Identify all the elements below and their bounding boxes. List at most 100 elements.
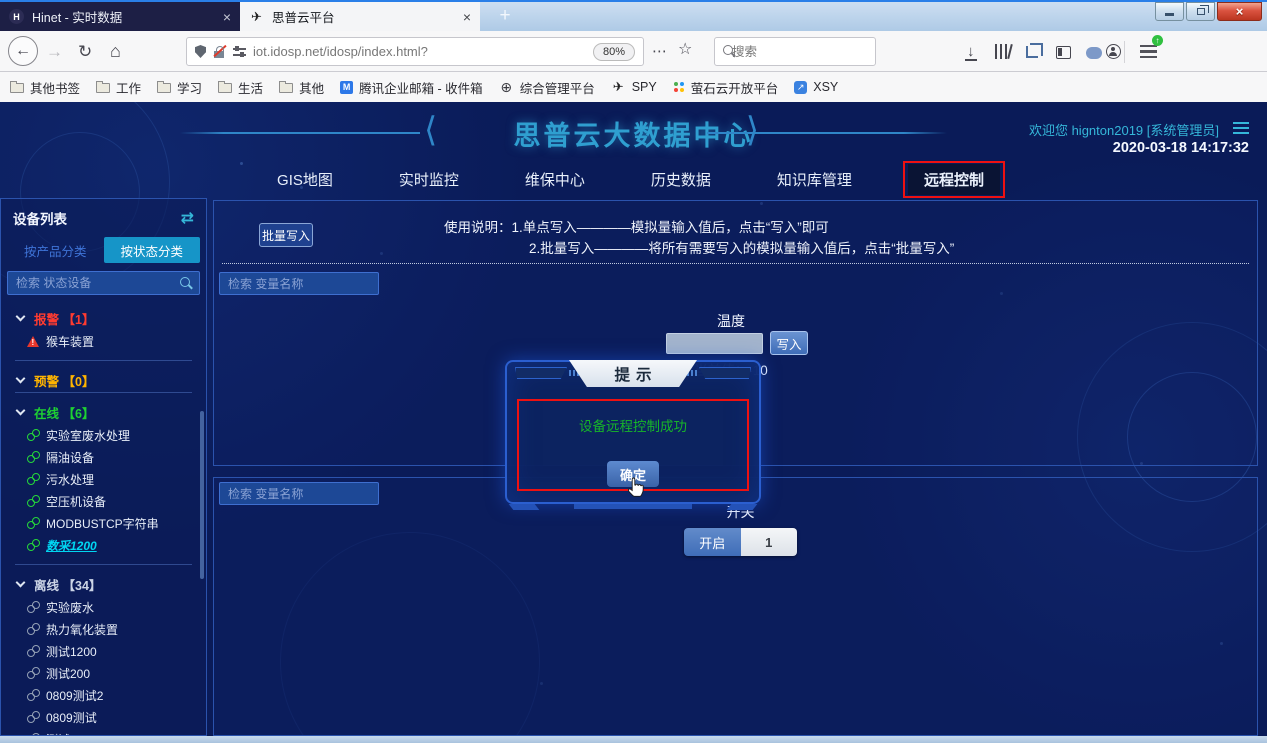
temperature-input[interactable] — [666, 333, 763, 354]
temperature-label: 温度 — [666, 311, 796, 331]
device-item[interactable]: 猴车装置 — [15, 330, 206, 352]
tab-close-icon[interactable] — [463, 9, 471, 25]
bookmark-item[interactable]: 学习 — [157, 78, 202, 97]
forward-button[interactable] — [46, 43, 63, 60]
nav-tab-历史数据[interactable]: 历史数据 — [641, 164, 721, 195]
sidebar-tab-by-status[interactable]: 按状态分类 — [104, 237, 201, 263]
page-header: ⟨ 思普云大数据中心 ⟩ 欢迎您 hignton2019 [系统管理员] 202… — [0, 102, 1267, 162]
device-item[interactable]: MODBUSTCP字符串 — [15, 512, 192, 534]
swap-icon[interactable] — [181, 208, 194, 228]
switch-value[interactable]: 1 — [741, 528, 798, 556]
bookmark-item[interactable]: 工作 — [96, 78, 141, 97]
device-item[interactable]: 隔油设备 — [15, 446, 192, 468]
modal-decor-right — [699, 367, 751, 379]
url-bar[interactable]: iot.idosp.net/idosp/index.html? 80% — [186, 37, 644, 66]
datetime-text: 2020-03-18 14:17:32 — [1113, 140, 1249, 156]
device-name: 空压机设备 — [46, 493, 106, 510]
device-search-input[interactable] — [7, 271, 200, 295]
switch-toggle[interactable]: 开启 1 — [684, 528, 797, 556]
nav-tab-实时监控[interactable]: 实时监控 — [389, 164, 469, 195]
hand-cursor-icon — [627, 477, 644, 498]
browser-tab-hinet[interactable]: Hinet - 实时数据 — [0, 2, 240, 31]
bookmark-item[interactable]: SPY — [611, 80, 657, 94]
zoom-level-badge[interactable]: 80% — [593, 43, 635, 61]
home-button[interactable] — [110, 42, 121, 60]
device-item[interactable]: 热力氧化装置 — [15, 618, 192, 640]
close-window-button[interactable] — [1217, 2, 1262, 21]
bookmark-item[interactable]: 其他 — [279, 78, 324, 97]
sidebar-scrollbar[interactable] — [200, 411, 204, 579]
tab-close-icon[interactable] — [223, 9, 231, 25]
switch-panel: 开关 开启 1 — [213, 477, 1258, 736]
screenshot-icon[interactable] — [1026, 46, 1038, 58]
folder-icon — [10, 83, 24, 93]
device-item[interactable]: 数采1200 — [15, 534, 192, 556]
nav-tab-GIS地图[interactable]: GIS地图 — [267, 164, 343, 195]
device-name: 0809测试2 — [46, 687, 103, 704]
bookmark-star-icon[interactable] — [678, 42, 692, 58]
link-online-icon — [27, 473, 39, 485]
bookmark-item[interactable]: 腾讯企业邮箱 - 收件箱 — [340, 78, 483, 97]
browser-search-input[interactable] — [730, 44, 895, 60]
reload-button[interactable] — [78, 43, 92, 60]
device-item[interactable]: 0809测试 — [15, 706, 192, 728]
menu-icon[interactable] — [1140, 45, 1157, 58]
device-item[interactable]: 实验废水 — [15, 596, 192, 618]
nav-tab-知识库管理[interactable]: 知识库管理 — [767, 164, 862, 195]
page-actions-icon[interactable] — [652, 44, 667, 59]
device-group-header[interactable]: 报警 【1】 — [15, 308, 206, 328]
chat-icon[interactable] — [1086, 47, 1102, 59]
library-icon[interactable] — [995, 44, 1009, 59]
device-group-header[interactable]: 在线 【6】 — [15, 402, 192, 422]
back-button[interactable] — [8, 36, 38, 66]
menu-list-icon[interactable] — [1233, 122, 1249, 134]
bookmark-item[interactable]: XSY — [794, 80, 838, 94]
switch-on-button[interactable]: 开启 — [684, 528, 741, 556]
bookmark-label: 萤石云开放平台 — [691, 78, 779, 97]
device-group-header[interactable]: 离线 【34】 — [15, 574, 192, 594]
device-tree: 报警 【1】猴车装置预警 【0】在线 【6】实验室废水处理隔油设备污水处理空压机… — [1, 295, 206, 736]
browser-tab-sipu[interactable]: 思普云平台 — [240, 2, 480, 31]
nav-tab-远程控制[interactable]: 远程控制 — [908, 164, 1000, 195]
downloads-icon[interactable] — [965, 42, 977, 61]
link-online-icon — [27, 495, 39, 507]
title-bracket-right: ⟩ — [746, 110, 759, 150]
restore-button[interactable] — [1186, 2, 1215, 21]
browser-search-box[interactable] — [714, 37, 876, 66]
chevron-down-icon — [16, 312, 26, 322]
account-icon[interactable] — [1106, 44, 1121, 59]
device-item[interactable]: 测试0815 — [15, 728, 192, 736]
device-item[interactable]: 空压机设备 — [15, 490, 192, 512]
bookmark-item[interactable]: 其他书签 — [10, 78, 80, 97]
variable-search-input[interactable] — [219, 272, 379, 295]
insecure-lock-icon[interactable] — [213, 45, 226, 58]
device-group-header[interactable]: 预警 【0】 — [15, 370, 192, 390]
device-item[interactable]: 测试1200 — [15, 640, 192, 662]
link-online-icon — [27, 429, 39, 441]
new-tab-button[interactable]: + — [492, 3, 518, 28]
bookmark-item[interactable]: 综合管理平台 — [499, 78, 595, 97]
sidebar-title: 设备列表 — [13, 208, 181, 228]
link-offline-icon — [27, 601, 39, 613]
bookmark-item[interactable]: 萤石云开放平台 — [673, 78, 779, 97]
device-item[interactable]: 污水处理 — [15, 468, 192, 490]
batch-write-button[interactable]: 批量写入 — [259, 223, 313, 247]
nav-tab-维保中心[interactable]: 维保中心 — [515, 164, 595, 195]
bookmark-label: SPY — [632, 80, 657, 94]
chevron-down-icon — [16, 374, 26, 384]
sidebar-tab-by-product[interactable]: 按产品分类 — [7, 237, 104, 263]
group-count: 【0】 — [59, 371, 94, 390]
connection-settings-icon[interactable] — [233, 46, 246, 58]
minimize-button[interactable] — [1155, 2, 1184, 21]
link-offline-icon — [27, 667, 39, 679]
sidebars-icon[interactable] — [1056, 46, 1071, 59]
bookmark-item[interactable]: 生活 — [218, 78, 263, 97]
url-text[interactable]: iot.idosp.net/idosp/index.html? — [253, 44, 586, 59]
variable-search-input[interactable] — [219, 482, 379, 505]
device-item[interactable]: 测试200 — [15, 662, 192, 684]
write-button[interactable]: 写入 — [770, 331, 808, 355]
variable-search-box — [219, 272, 379, 295]
device-item[interactable]: 0809测试2 — [15, 684, 192, 706]
device-item[interactable]: 实验室废水处理 — [15, 424, 192, 446]
tracking-shield-icon[interactable] — [195, 45, 206, 58]
